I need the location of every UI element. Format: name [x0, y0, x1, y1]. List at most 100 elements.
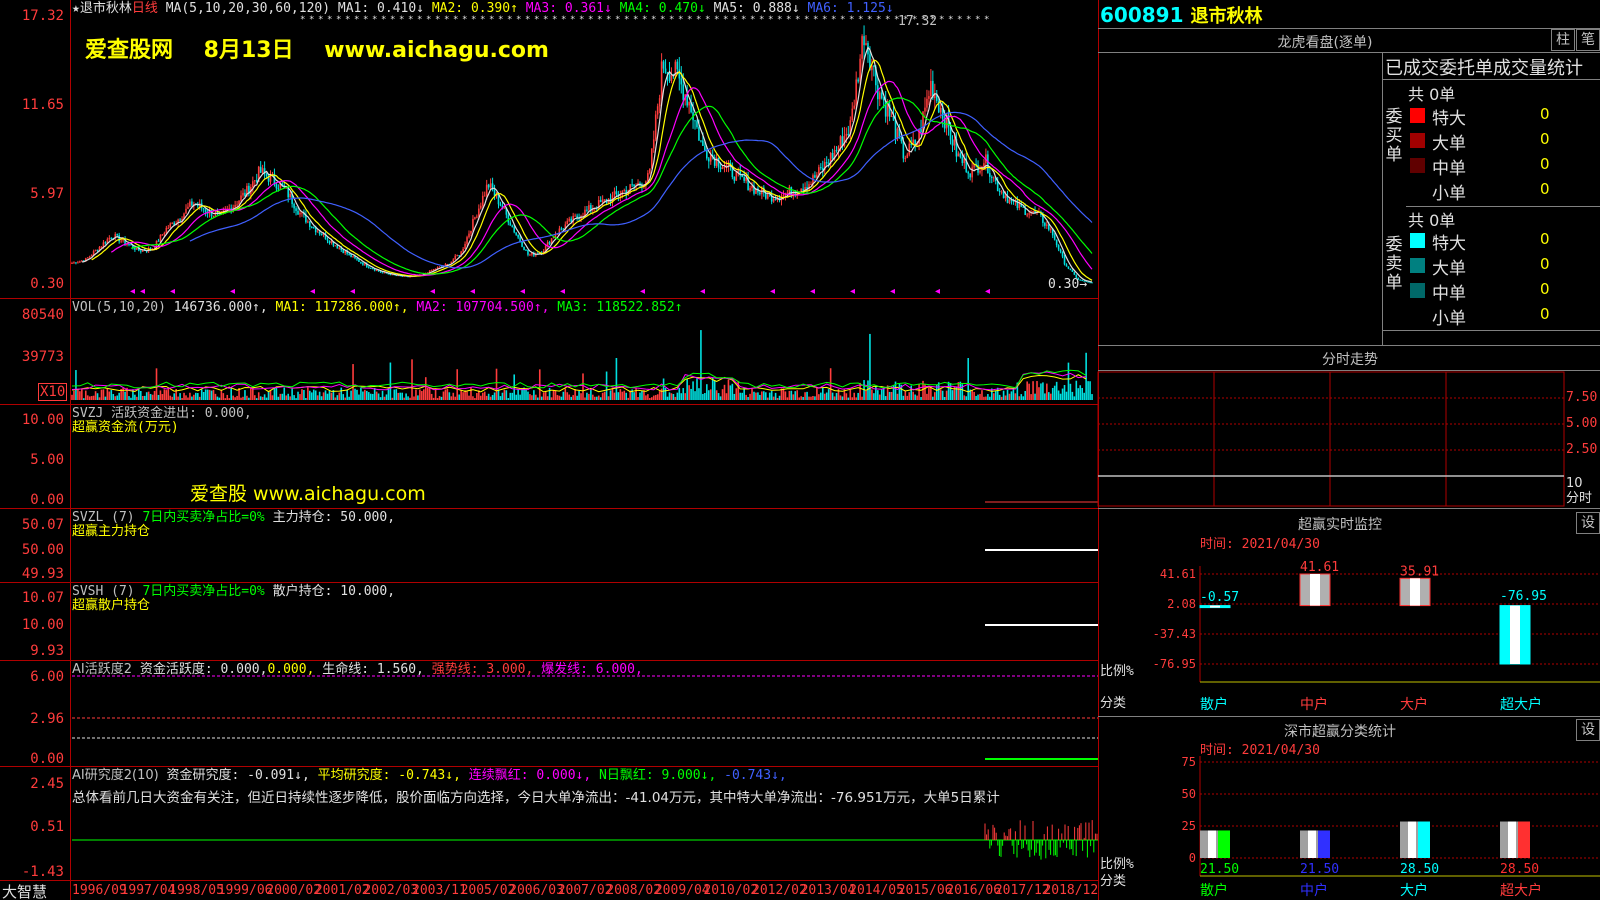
chart-canvas[interactable]: * * * * * * * * * * * * * * * * * * * * * * * * * * * * * * * * * * * * * * * *…: [0, 0, 1100, 900]
candle-body: [171, 222, 174, 224]
marker-star: *: [885, 15, 890, 25]
candle-body: [851, 108, 854, 121]
volume-bar: [637, 397, 639, 400]
candle-body: [358, 259, 360, 262]
candle-body: [586, 209, 588, 211]
volume-bar: [269, 390, 272, 400]
volume-bar: [973, 391, 975, 400]
candle-body: [320, 234, 323, 236]
volume-bar: [491, 394, 494, 400]
volume-bar: [202, 392, 205, 400]
volume-bar: [1063, 385, 1066, 400]
volume-bar: [621, 391, 624, 400]
tick-mode-button[interactable]: 笔: [1576, 29, 1600, 51]
candle-body: [959, 153, 962, 158]
volume-bar: [116, 395, 119, 400]
volume-bar: [474, 398, 476, 400]
candle-body: [1000, 191, 1003, 193]
ma-params: MA(5,10,20,30,60,120): [165, 1, 331, 16]
intraday-y-tick: 2.50: [1566, 442, 1598, 457]
period-label[interactable]: 日线: [132, 1, 158, 16]
marker-star: *: [759, 15, 764, 25]
volume-bar: [680, 393, 683, 400]
candle-body: [252, 181, 254, 188]
stat-settings-button[interactable]: 设: [1576, 719, 1600, 741]
monitor-bar-label: 41.61: [1300, 560, 1339, 575]
candle-body: [515, 232, 517, 235]
volume-bar: [289, 396, 291, 400]
volume-bar: [151, 394, 154, 400]
volume-bar: [90, 396, 93, 400]
bar-mode-button[interactable]: 柱: [1551, 29, 1575, 51]
volume-bar: [316, 395, 319, 400]
vol-y-tick: 80540: [21, 307, 64, 323]
svsh-y-tick: 10.07: [21, 590, 64, 606]
intraday-title: 分时走势: [1322, 352, 1378, 368]
stat-bar-label: 21.50: [1300, 862, 1339, 877]
stat-class-label: 分类: [1100, 874, 1127, 889]
candle-body: [717, 157, 720, 168]
candle-body: [344, 251, 346, 254]
candle-body: [277, 188, 280, 190]
volume-bar: [1004, 395, 1007, 400]
ma-line: [81, 46, 1093, 283]
volume-bar: [1079, 385, 1082, 400]
vol-ma-value-1: MA1: 117286.000↑,: [275, 300, 417, 315]
candle-body: [706, 150, 708, 159]
marker-star: *: [678, 15, 683, 25]
x-tick: 1996/09: [72, 883, 127, 898]
candle-body: [389, 274, 392, 276]
volume-bar: [786, 397, 789, 400]
volume-bar: [177, 396, 179, 400]
ai-active-v5: 爆发线: 6.000,: [541, 662, 643, 677]
candle-body: [1049, 228, 1052, 230]
candle-body: [654, 114, 657, 140]
marker-star: *: [363, 15, 368, 25]
volume-bar: [505, 390, 508, 400]
volume-bar: [812, 395, 814, 400]
volume-bar: [189, 392, 191, 400]
volume-bar: [1061, 388, 1064, 400]
volume-bar: [367, 392, 370, 400]
volume-bar: [877, 390, 879, 400]
stock-name-label: 退市秋林: [79, 1, 132, 16]
marker-star: *: [417, 15, 422, 25]
volume-bar: [867, 380, 869, 400]
volume-bar: [753, 391, 755, 400]
volume-bar: [1010, 391, 1013, 400]
volume-label: VOL(5,10,20): [72, 300, 166, 315]
candle-body: [788, 187, 791, 193]
volume-bar: [511, 392, 514, 400]
candle-body: [163, 233, 166, 235]
volume-bar: [945, 390, 948, 400]
signal-arrow: ◂: [850, 286, 855, 297]
svzl-value: 主力持仓: 50.000,: [272, 510, 396, 525]
volume-bar: [364, 389, 366, 400]
marker-star: *: [552, 15, 557, 25]
volume-bar: [592, 394, 594, 400]
volume-bar: [366, 390, 368, 400]
volume-bar: [515, 394, 517, 400]
candle-body: [253, 180, 256, 182]
marker-star: *: [714, 15, 719, 25]
volume-bar: [354, 388, 356, 400]
marker-star: *: [507, 15, 512, 25]
volume-bar: [725, 393, 728, 400]
monitor-category: 大户: [1400, 696, 1428, 713]
volume-bar: [825, 392, 828, 400]
candle-body: [979, 170, 981, 173]
candle-body: [656, 106, 659, 115]
order-count-value: 0: [1540, 180, 1550, 198]
volume-bar: [360, 387, 362, 400]
candle-body: [242, 192, 244, 196]
monitor-settings-button[interactable]: 设: [1576, 512, 1600, 534]
volume-bar: [709, 389, 712, 400]
volume-multiplier[interactable]: X10: [38, 383, 68, 401]
candle-body: [863, 36, 865, 46]
volume-bar: [639, 392, 641, 400]
volume-bar: [375, 391, 378, 400]
candle-body: [470, 230, 472, 234]
stat-bar: [1500, 821, 1530, 858]
marker-star: *: [471, 15, 476, 25]
candle-body: [588, 205, 590, 210]
